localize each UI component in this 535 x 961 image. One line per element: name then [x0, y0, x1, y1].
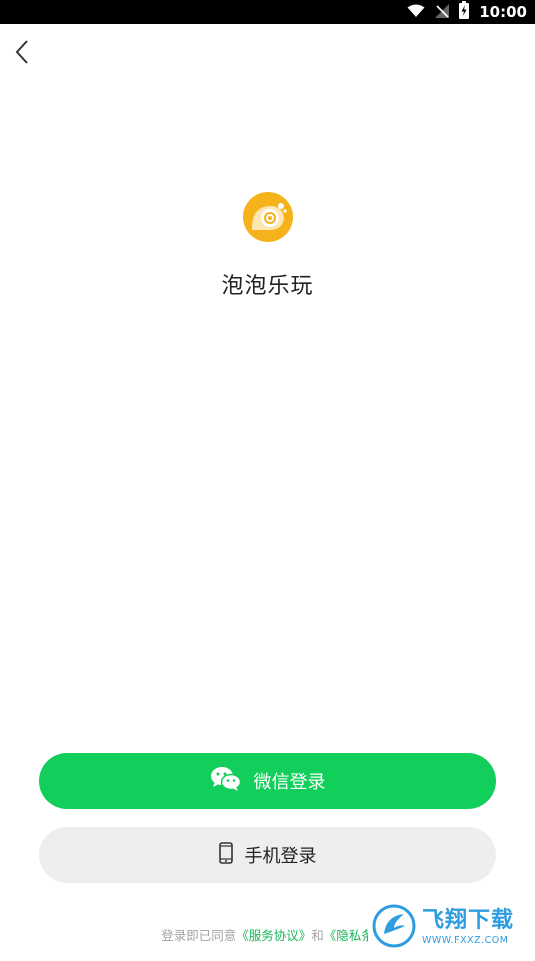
watermark-title: 飞翔下载	[422, 908, 515, 934]
wechat-icon	[210, 766, 242, 797]
phone-login-label: 手机登录	[244, 846, 317, 867]
smartphone-icon	[218, 841, 233, 869]
app-name: 泡泡乐玩	[221, 274, 314, 299]
watermark-text: 飞翔下载 WWW.FXXZ.COM	[422, 910, 514, 946]
chevron-left-icon	[14, 39, 30, 69]
no-signal-icon	[435, 3, 450, 22]
wechat-login-label: 微信登录	[253, 772, 326, 793]
battery-charging-icon	[459, 1, 470, 23]
back-button[interactable]	[6, 38, 38, 70]
status-bar: 10:00	[0, 0, 535, 24]
watermark-logo-icon	[372, 904, 416, 952]
service-agreement-link[interactable]: 《服务协议》	[236, 928, 311, 943]
status-time: 10:00	[479, 3, 527, 21]
wechat-login-button[interactable]: 微信登录	[39, 753, 496, 809]
watermark: 飞翔下载 WWW.FXXZ.COM	[368, 902, 528, 954]
privacy-policy-link[interactable]: 《隐私条	[324, 928, 374, 943]
agreement-prefix: 登录即已同意	[161, 928, 237, 943]
wifi-icon	[407, 3, 425, 22]
phone-login-button[interactable]: 手机登录	[39, 827, 496, 883]
agreement-conjunction: 和	[311, 928, 324, 943]
status-icons: 10:00	[407, 0, 527, 24]
app-logo	[243, 192, 293, 242]
watermark-url: WWW.FXXZ.COM	[422, 935, 509, 947]
